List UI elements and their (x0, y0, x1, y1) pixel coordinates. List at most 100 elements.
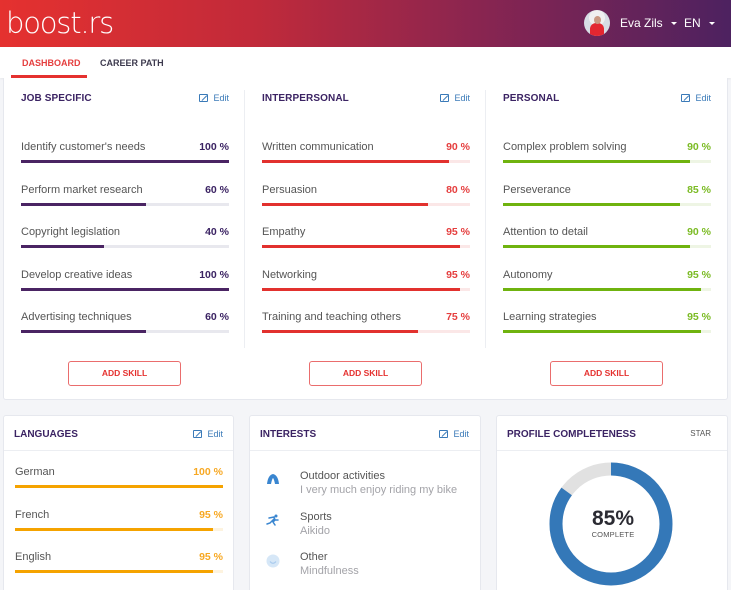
skill-label: German (15, 466, 55, 478)
skill-value: 95 % (446, 226, 470, 238)
chevron-down-icon[interactable] (670, 21, 677, 25)
skill-value: 85 % (687, 183, 711, 196)
skills-card: JOB SPECIFIC Edit Identify customer's ne… (3, 78, 728, 400)
languages-card: LANGUAGES Edit German 100 % French 95 % Engl… (3, 415, 234, 590)
edit-button[interactable]: Edit (440, 93, 470, 103)
completeness-label: COMPLETE (591, 530, 635, 539)
progress-fill (21, 245, 105, 248)
progress-fill (503, 245, 691, 248)
edit-label: Edit (213, 93, 229, 103)
language-label[interactable]: EN (684, 16, 701, 30)
edit-button[interactable]: Edit (193, 429, 223, 439)
user-name[interactable]: Eva Zils (620, 16, 663, 30)
interest-description: Aikido (300, 525, 330, 537)
skill-value: 40 % (205, 226, 229, 238)
skill-label: Attention to detail (503, 226, 589, 238)
skill-row: Networking 95 % (262, 269, 470, 299)
skill-label: Networking (262, 268, 318, 281)
interest-item: Other Mindfulness (250, 551, 480, 587)
skill-value: 60 % (205, 311, 229, 323)
skill-value: 60 % (205, 183, 229, 196)
progress-fill (262, 160, 450, 163)
skill-row: Copyright legislation 40 % (21, 226, 229, 256)
progress-track (262, 287, 470, 291)
edit-icon (681, 94, 691, 102)
skill-label: Training and teaching others (262, 311, 402, 323)
edit-label: Edit (454, 93, 470, 103)
skill-label: Written communication (262, 141, 374, 153)
interest-item: Outdoor activities I very much enjoy rid… (250, 470, 480, 506)
edit-button[interactable]: Edit (439, 429, 469, 439)
skill-value: 100 % (199, 268, 229, 281)
skill-label: Empathy (262, 226, 306, 238)
progress-fill (21, 330, 146, 333)
card-title: PROFILE COMPLETENESS (507, 429, 636, 440)
skill-row: Perform market research 60 % (21, 184, 229, 214)
progress-track (503, 202, 711, 206)
skill-row: Attention to detail 90 % (503, 226, 711, 256)
progress-fill (503, 160, 691, 163)
progress-track (503, 330, 711, 333)
progress-track (15, 570, 223, 573)
skill-row: Complex problem solving 90 % (503, 141, 711, 171)
skill-label: Copyright legislation (21, 226, 121, 238)
add-skill-button[interactable]: ADD SKILL (68, 361, 181, 386)
tent-icon (267, 474, 279, 484)
language-selector[interactable]: EN (684, 16, 715, 30)
edit-icon (440, 94, 450, 102)
card-title: LANGUAGES (14, 429, 78, 440)
column-divider (485, 90, 486, 348)
progress-track (262, 160, 470, 163)
skill-row: Written communication 90 % (262, 141, 470, 171)
skill-group-title: INTERPERSONAL (262, 93, 349, 104)
edit-button[interactable]: Edit (199, 93, 229, 103)
skill-value: 75 % (446, 311, 470, 323)
language-list: German 100 % French 95 % English 95 % (15, 466, 223, 586)
edit-button[interactable]: Edit (681, 93, 711, 103)
card-header: INTERESTS Edit (250, 416, 480, 451)
skill-group-personal: PERSONAL Edit Complex problem solving 90 … (503, 78, 711, 348)
tab-bar: DASHBOARD CAREER PATH (0, 47, 731, 78)
tab-dashboard[interactable]: DASHBOARD (22, 58, 81, 68)
skill-label: Perseverance (503, 183, 571, 196)
edit-icon (439, 430, 449, 438)
skill-group-interpersonal: INTERPERSONAL Edit Written communication… (262, 78, 470, 348)
skill-group-title: JOB SPECIFIC (21, 93, 92, 104)
progress-track (21, 287, 229, 291)
card-header: LANGUAGES Edit (4, 416, 233, 451)
avatar[interactable] (584, 10, 610, 36)
skill-value: 95 % (199, 508, 223, 521)
completeness-percent: 85% (591, 507, 635, 530)
profile-completeness-card: PROFILE COMPLETENESS STAR 85% COMPLETE (496, 415, 728, 590)
add-skill-button[interactable]: ADD SKILL (550, 361, 663, 386)
star-label[interactable]: STAR (690, 429, 711, 438)
progress-track (262, 330, 470, 333)
card-header: PROFILE COMPLETENESS STAR (497, 416, 727, 451)
progress-track (503, 287, 711, 291)
progress-fill (15, 570, 213, 573)
progress-fill (262, 245, 460, 248)
skill-label: Advertising techniques (21, 311, 132, 323)
progress-fill (262, 202, 429, 206)
progress-track (21, 245, 229, 248)
progress-track (503, 245, 711, 248)
user-menu[interactable]: Eva Zils (584, 10, 677, 36)
progress-track (503, 160, 711, 163)
add-skill-button[interactable]: ADD SKILL (309, 361, 422, 386)
column-divider (244, 90, 245, 348)
skill-row: Training and teaching others 75 % (262, 311, 470, 341)
edit-icon (193, 430, 203, 438)
skill-row: Autonomy 95 % (503, 269, 711, 299)
skill-row: German 100 % (15, 466, 223, 496)
progress-fill (503, 202, 680, 206)
edit-label: Edit (695, 93, 711, 103)
skill-value: 90 % (446, 141, 470, 153)
tab-career-path[interactable]: CAREER PATH (100, 58, 164, 68)
skill-value: 90 % (687, 226, 711, 238)
logo[interactable]: boost.rs (6, 6, 114, 40)
progress-track (21, 160, 229, 163)
chevron-down-icon[interactable] (708, 21, 715, 25)
skill-label: Complex problem solving (503, 141, 627, 153)
skill-label: French (15, 508, 50, 521)
skill-label: Identify customer's needs (21, 141, 146, 153)
